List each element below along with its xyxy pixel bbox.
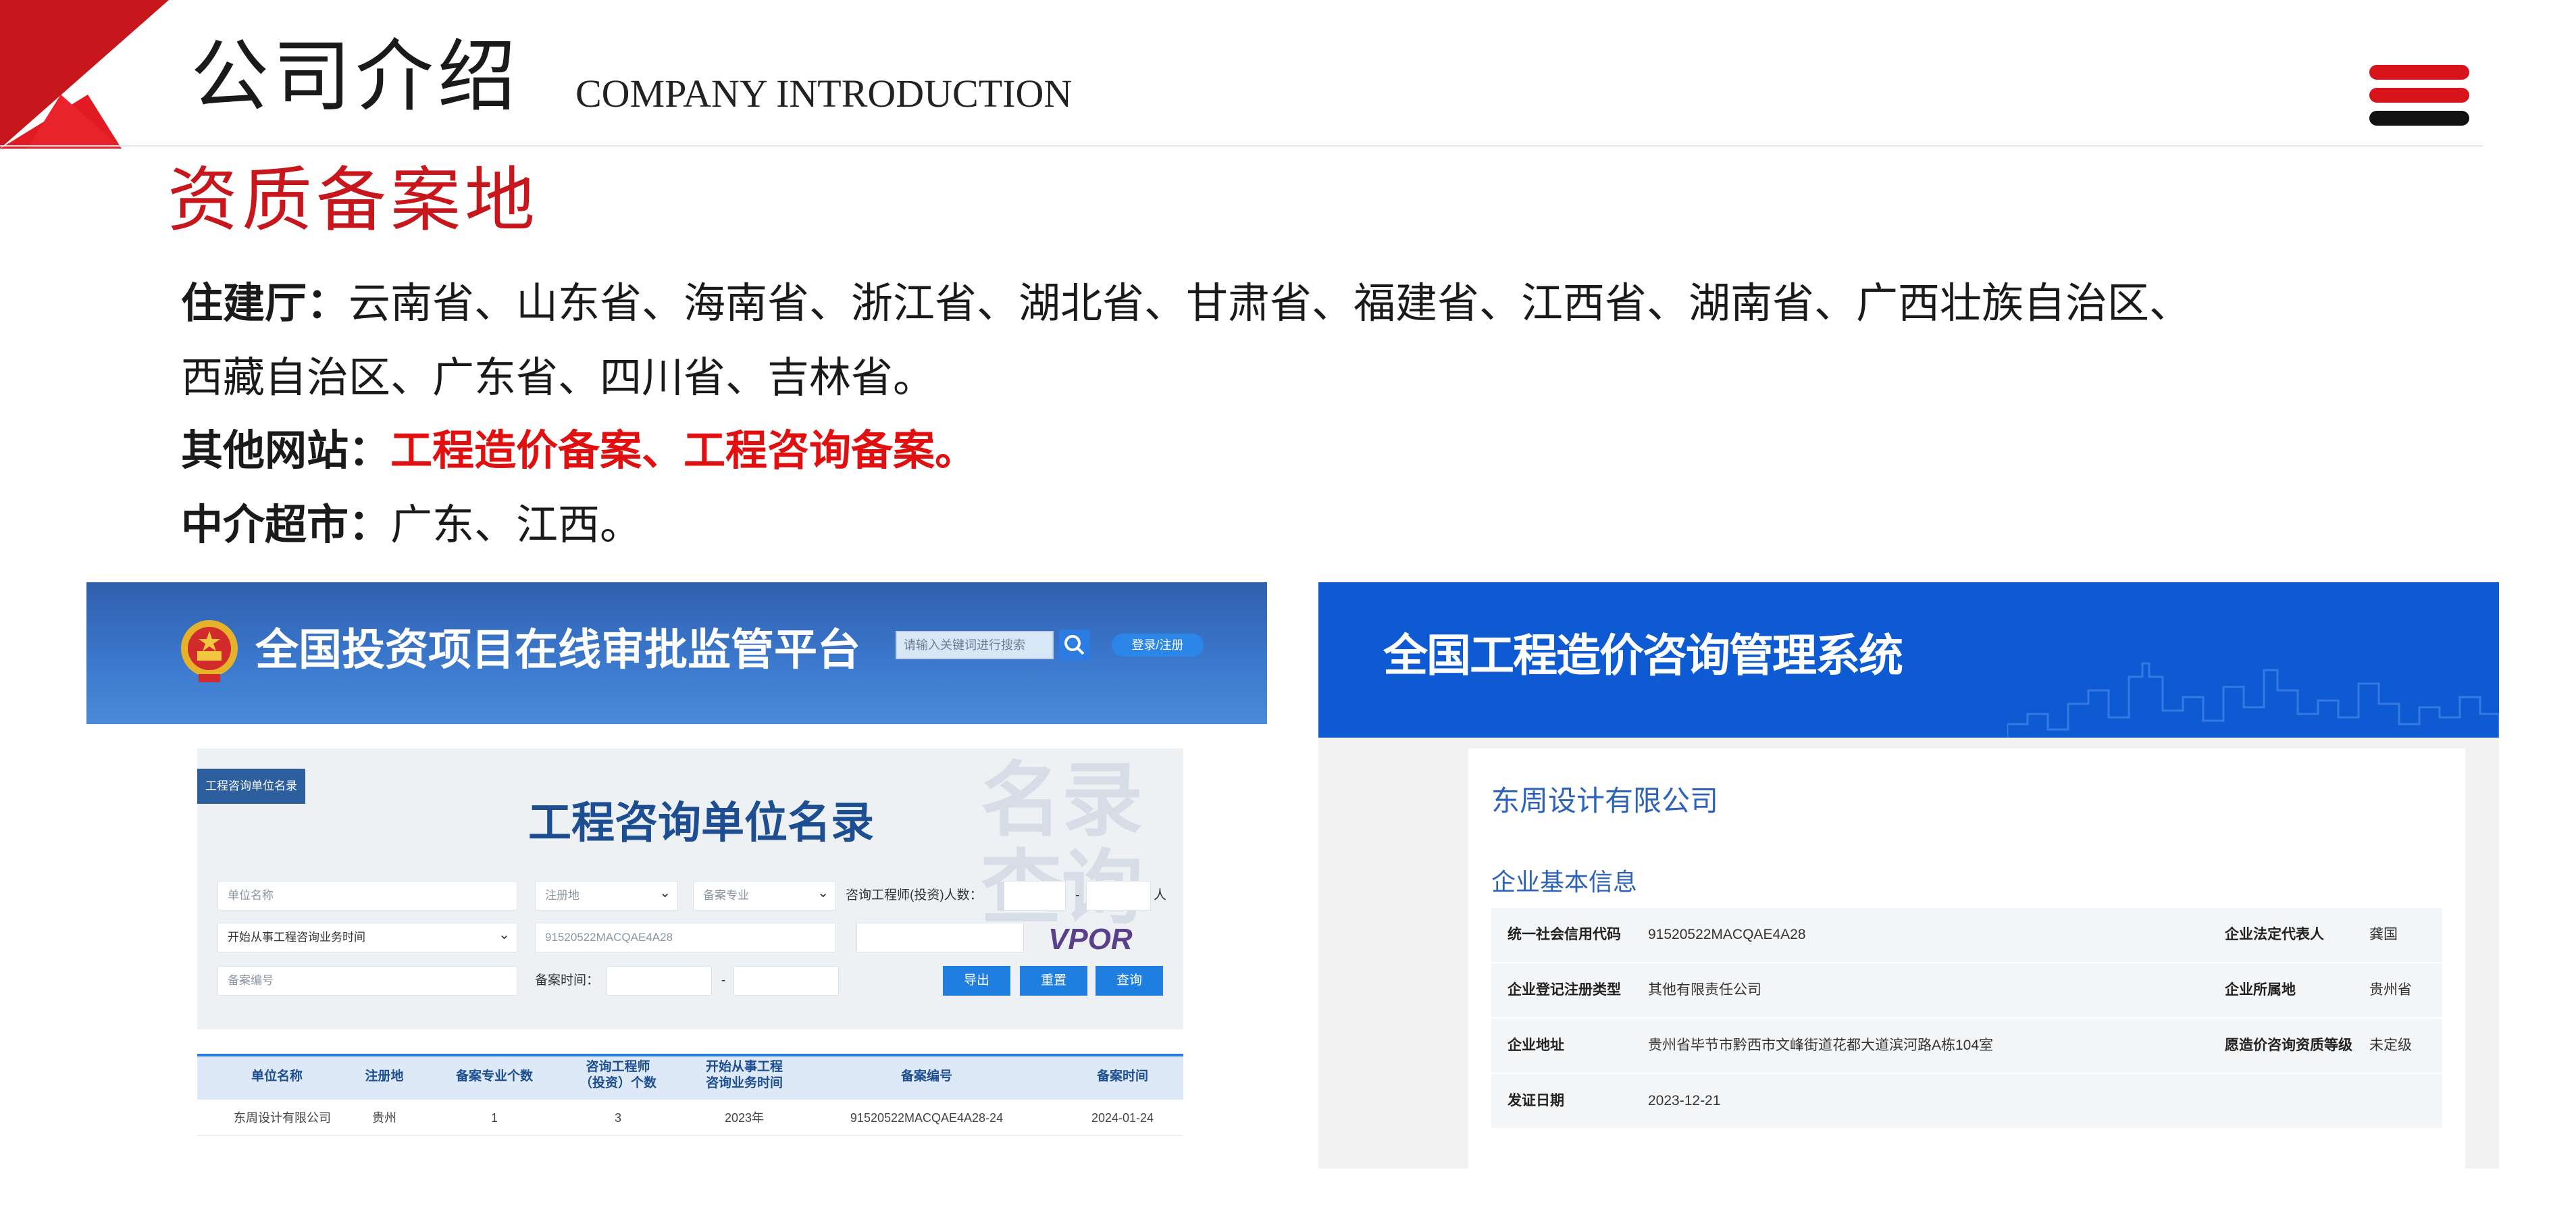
investment-platform-screenshot: 全国投资项目在线审批监管平台 请输入关键词进行搜索 登录/注册 名录查询 工程咨… <box>86 582 1267 1182</box>
housing-paragraph-cont: 西藏自治区、广东省、四川省、吉林省。 <box>181 353 935 402</box>
info-key: 企业法定代表人 <box>2225 927 2324 942</box>
info-value: 其他有限责任公司 <box>1648 982 1761 998</box>
filing-time-end[interactable] <box>733 966 839 996</box>
info-value: 91520522MACQAE4A28 <box>1648 927 1806 942</box>
filing-time-start[interactable] <box>607 966 712 996</box>
start-time-select[interactable]: 开始从事工程咨询业务时间 <box>217 923 517 952</box>
filing-time-label: 备案时间： <box>535 973 600 988</box>
table-cell: 3 <box>614 1111 621 1125</box>
column-header: 注册地 <box>365 1069 404 1083</box>
info-value: 贵州省毕节市黔西市文峰街道花都大道滨河路A栋104室 <box>1648 1038 1994 1053</box>
other-sites-text: 工程造价备案、工程咨询备案。 <box>390 426 977 475</box>
breadcrumb-tag: 工程咨询单位名录 <box>197 769 305 804</box>
agency-label: 中介超市： <box>181 500 391 549</box>
info-key: 企业地址 <box>1508 1038 1564 1053</box>
code-input[interactable]: 91520522MACQAE4A28 <box>535 923 836 952</box>
platform-banner: 全国投资项目在线审批监管平台 请输入关键词进行搜索 登录/注册 <box>86 582 1267 724</box>
range-dash: - <box>1075 888 1080 902</box>
company-name[interactable]: 东周设计有限公司 <box>1491 782 1718 820</box>
results-table-header: 单位名称 注册地 备案专业个数 咨询工程师 （投资）个数 开始从事工程 咨询业务… <box>197 1054 1183 1100</box>
query-title: 工程咨询单位名录 <box>528 798 874 847</box>
column-header: 单位名称 <box>251 1069 303 1083</box>
section-title: 资质备案地 <box>168 159 540 241</box>
header-divider <box>0 145 2483 147</box>
reset-button[interactable]: 重置 <box>1020 966 1087 996</box>
info-value: 龚国 <box>2369 927 2398 942</box>
column-header: 咨询工程师 （投资）个数 <box>579 1060 656 1090</box>
agency-text: 广东、江西。 <box>390 500 642 549</box>
info-row <box>1491 963 2442 1019</box>
menu-icon[interactable] <box>2369 65 2469 127</box>
engineer-min-input[interactable] <box>1004 881 1066 911</box>
engineer-max-input[interactable] <box>1086 881 1151 911</box>
info-value: 未定级 <box>2369 1038 2412 1053</box>
table-cell: 2024-01-24 <box>1091 1111 1154 1125</box>
info-key: 发证日期 <box>1508 1093 1564 1108</box>
system-title: 全国工程造价咨询管理系统 <box>1383 630 1903 680</box>
info-key: 企业登记注册类型 <box>1508 982 1621 998</box>
platform-title: 全国投资项目在线审批监管平台 <box>255 625 860 674</box>
column-header: 备案时间 <box>1096 1069 1148 1083</box>
housing-label: 住建厅： <box>181 278 349 328</box>
export-button[interactable]: 导出 <box>943 966 1010 996</box>
basic-info-heading: 企业基本信息 <box>1491 868 1638 896</box>
table-cell: 2023年 <box>724 1111 765 1125</box>
housing-text: 云南省、山东省、海南省、浙江省、湖北省、甘肃省、福建省、江西省、湖南省、广西壮族… <box>349 278 2192 328</box>
info-value: 2023-12-21 <box>1648 1093 1721 1108</box>
info-key: 企业所属地 <box>2225 982 2296 998</box>
captcha-input[interactable] <box>856 923 1024 952</box>
search-icon <box>1064 635 1085 655</box>
column-header: 备案专业个数 <box>455 1069 533 1083</box>
corner-accent-shape <box>0 0 169 149</box>
housing-paragraph: 住建厅：云南省、山东省、海南省、浙江省、湖北省、甘肃省、福建省、江西省、湖南省、… <box>181 273 2191 334</box>
table-cell: 91520522MACQAE4A28-24 <box>850 1111 1004 1125</box>
page-title: 公司介绍 <box>190 31 520 122</box>
info-key: 愿造价咨询资质等级 <box>2225 1038 2352 1053</box>
national-emblem-icon <box>181 620 238 682</box>
table-cell: 东周设计有限公司 <box>234 1111 331 1125</box>
login-register-button[interactable]: 登录/注册 <box>1112 634 1204 657</box>
table-cell: 1 <box>490 1111 498 1125</box>
person-unit: 人 <box>1154 888 1167 902</box>
reg-place-select[interactable]: 注册地 <box>535 881 678 911</box>
table-cell: 贵州 <box>372 1111 396 1125</box>
other-sites-label: 其他网站： <box>181 426 391 475</box>
city-skyline-decoration <box>2007 662 2499 738</box>
engineer-count-label: 咨询工程师(投资)人数： <box>846 888 983 902</box>
agency-paragraph: 中介超市：广东、江西。 <box>181 494 642 555</box>
query-panel: 名录查询 工程咨询单位名录 工程咨询单位名录 单位名称 注册地 备案专业 咨询工… <box>197 748 1183 1029</box>
column-header: 备案编号 <box>900 1069 952 1083</box>
unit-name-input[interactable]: 单位名称 <box>217 881 517 911</box>
range-dash: - <box>721 973 726 988</box>
info-row <box>1491 1074 2442 1129</box>
query-button[interactable]: 查询 <box>1096 966 1163 996</box>
search-button[interactable] <box>1059 630 1090 661</box>
column-header: 开始从事工程 咨询业务时间 <box>705 1060 783 1090</box>
captcha-image: VPOR <box>1048 923 1133 956</box>
search-input[interactable]: 请输入关键词进行搜索 <box>896 631 1054 659</box>
system-banner: 全国工程造价咨询管理系统 <box>1318 582 2499 738</box>
filing-no-input[interactable]: 备案编号 <box>217 966 517 996</box>
filing-major-select[interactable]: 备案专业 <box>693 881 836 911</box>
other-sites-paragraph: 其他网站：工程造价备案、工程咨询备案。 <box>181 420 977 481</box>
info-value: 贵州省 <box>2369 982 2412 998</box>
info-key: 统一社会信用代码 <box>1508 927 1621 942</box>
page-subtitle: COMPANY INTRODUCTION <box>575 72 1073 116</box>
